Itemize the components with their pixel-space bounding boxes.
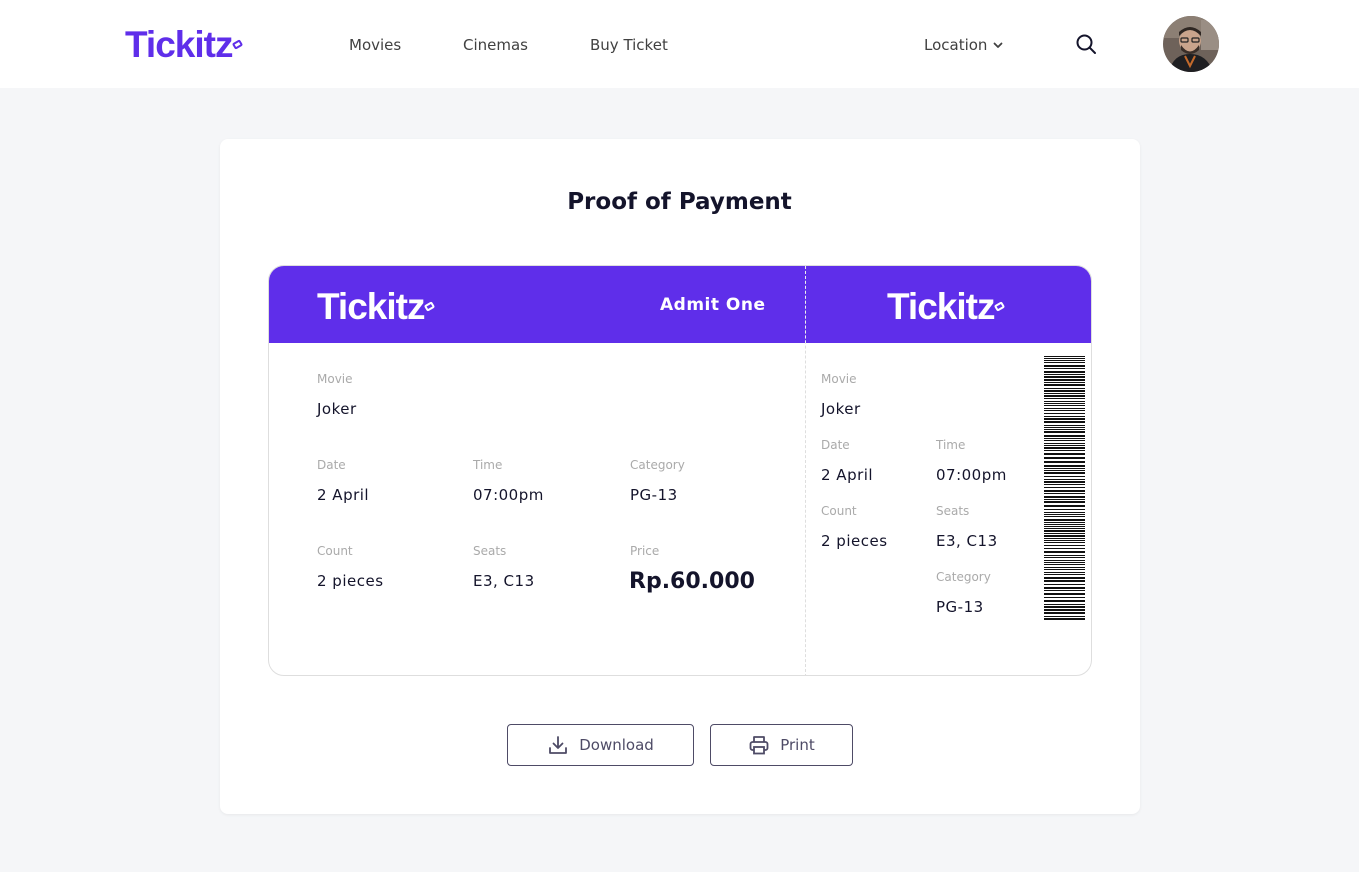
location-dropdown[interactable]: Location: [924, 35, 1003, 55]
brand-logo[interactable]: Tickitz: [125, 24, 244, 65]
stub-category-label: Category: [936, 570, 991, 584]
stub-brand-name: Tickitz: [887, 286, 995, 327]
stub-seats-label: Seats: [936, 504, 970, 518]
ticket-tag-icon: [232, 39, 244, 50]
price-value: Rp.60.000: [629, 569, 755, 594]
seats-value: E3, C13: [473, 572, 535, 590]
ticket-tag-icon: [424, 301, 436, 312]
count-label: Count: [317, 544, 353, 558]
top-navbar: Tickitz Movies Cinemas Buy Ticket Locati…: [0, 0, 1359, 88]
stub-time-value: 07:00pm: [936, 466, 1007, 484]
nav-movies[interactable]: Movies: [349, 35, 401, 55]
ticket-brand-name: Tickitz: [317, 286, 425, 327]
download-button[interactable]: Download: [507, 724, 694, 766]
stub-date-value: 2 April: [821, 466, 874, 484]
ticket-tag-icon: [994, 301, 1006, 312]
admit-one-label: Admit One: [660, 295, 766, 315]
avatar-image: [1163, 16, 1219, 72]
time-value: 07:00pm: [473, 486, 544, 504]
ticket-header: Tickitz Admit One Tickitz: [269, 266, 1091, 343]
chevron-down-icon: [994, 42, 1003, 48]
stub-category-value: PG-13: [936, 598, 984, 616]
download-label: Download: [579, 736, 654, 754]
movie-value: Joker: [317, 400, 357, 418]
page-title: Proof of Payment: [567, 189, 792, 215]
stub-movie-value: Joker: [821, 400, 861, 418]
movie-label: Movie: [317, 372, 353, 386]
nav-cinemas[interactable]: Cinemas: [463, 35, 528, 55]
barcode-icon: [1044, 356, 1085, 620]
stub-count-value: 2 pieces: [821, 532, 888, 550]
download-icon: [549, 736, 568, 754]
category-label: Category: [630, 458, 685, 472]
stub-brand-logo: Tickitz: [887, 286, 1006, 327]
ticket-perforation-header: [805, 266, 806, 343]
nav-buy-ticket[interactable]: Buy Ticket: [590, 35, 668, 55]
time-label: Time: [473, 458, 503, 472]
ticket: Tickitz Admit One Tickitz Movie Joker Da…: [268, 265, 1092, 676]
stub-count-label: Count: [821, 504, 857, 518]
search-icon[interactable]: [1075, 33, 1097, 55]
price-label: Price: [630, 544, 660, 558]
count-value: 2 pieces: [317, 572, 384, 590]
stub-seats-value: E3, C13: [936, 532, 998, 550]
stub-movie-label: Movie: [821, 372, 857, 386]
seats-label: Seats: [473, 544, 507, 558]
print-button[interactable]: Print: [710, 724, 853, 766]
category-value: PG-13: [630, 486, 678, 504]
date-label: Date: [317, 458, 346, 472]
ticket-brand-logo: Tickitz: [317, 286, 436, 327]
stub-date-label: Date: [821, 438, 850, 452]
printer-icon: [749, 736, 769, 755]
date-value: 2 April: [317, 486, 370, 504]
stub-time-label: Time: [936, 438, 966, 452]
user-avatar[interactable]: [1163, 16, 1219, 72]
location-label: Location: [924, 36, 988, 54]
brand-name: Tickitz: [125, 24, 233, 65]
print-label: Print: [780, 736, 815, 754]
